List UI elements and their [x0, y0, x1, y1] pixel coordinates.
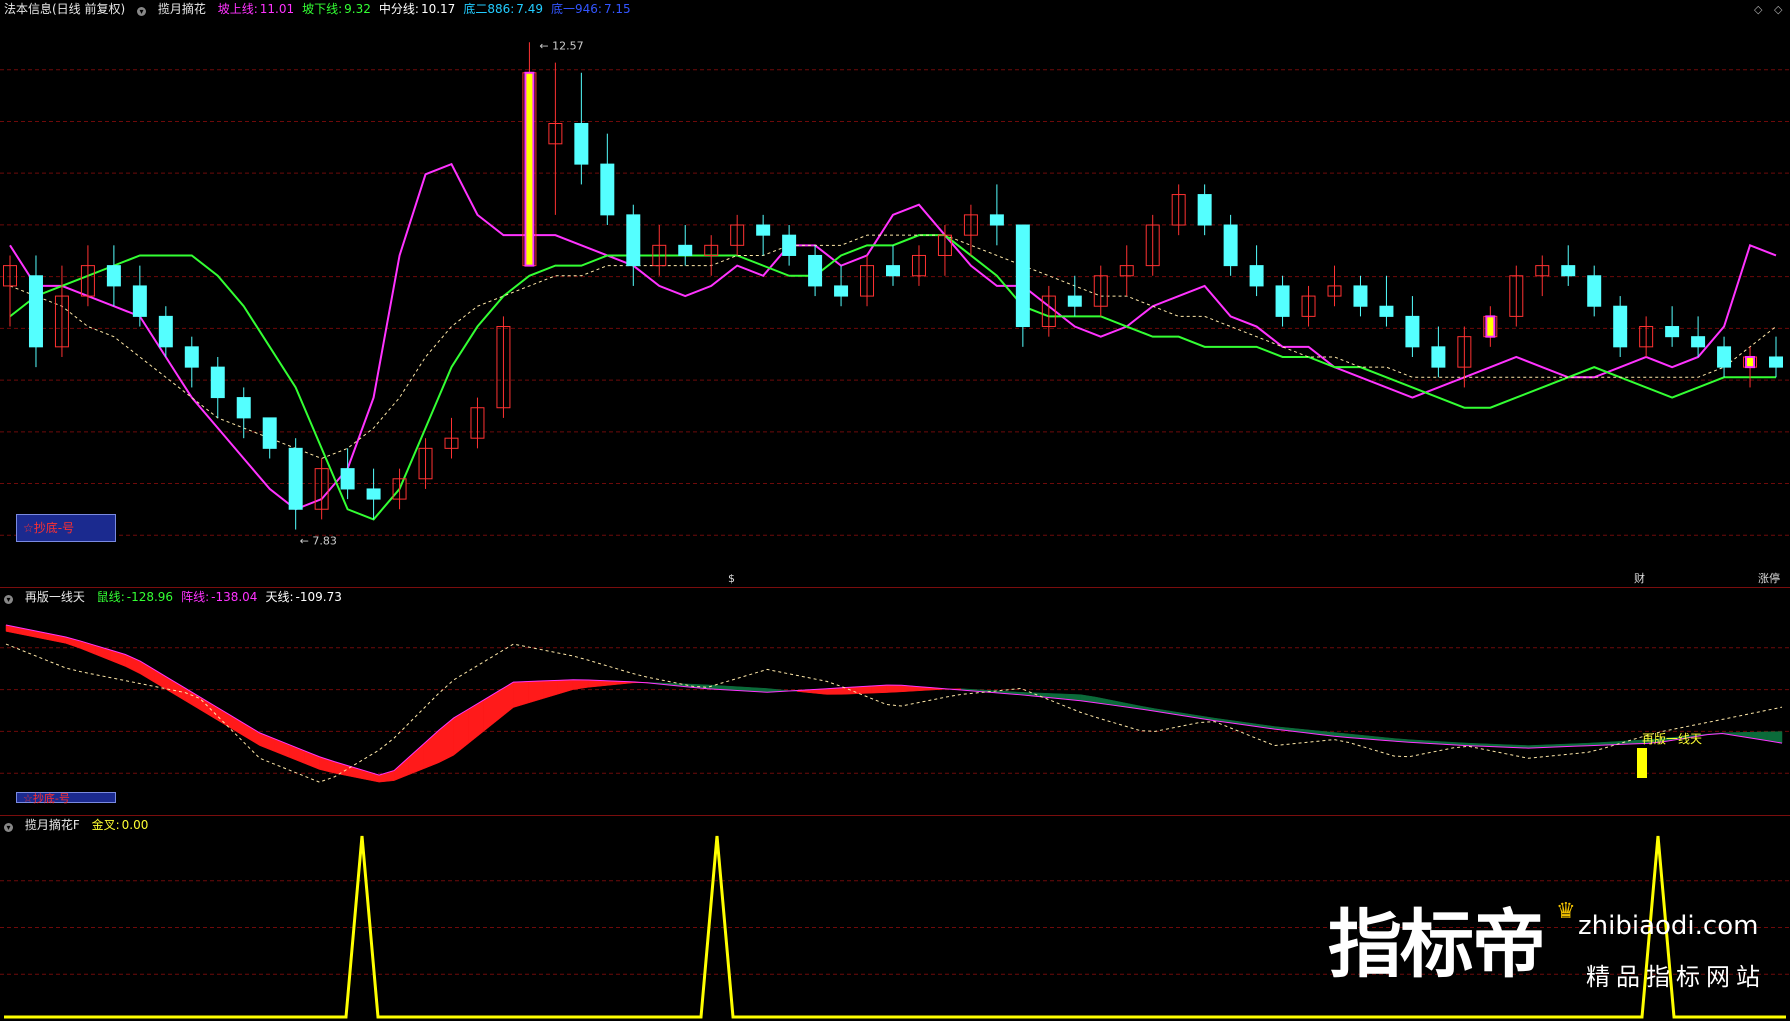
candle-body	[886, 265, 900, 277]
band-segment	[468, 699, 484, 744]
candle-body	[1015, 224, 1030, 328]
candle-body	[1275, 285, 1290, 317]
yixiantian-signal-label: 再版一线天	[1642, 732, 1703, 746]
candle-body	[236, 397, 251, 419]
candle-body	[1587, 275, 1602, 307]
dollar-marker[interactable]: $	[728, 572, 735, 586]
candle-body	[678, 244, 693, 256]
candle-body	[1223, 224, 1238, 267]
candle-body	[132, 285, 147, 317]
signal-bar	[1486, 316, 1495, 337]
candle-body	[340, 468, 355, 490]
candle-body	[1665, 326, 1680, 338]
band-segment	[543, 680, 559, 699]
band-segment	[557, 679, 574, 695]
candle-body	[782, 234, 797, 256]
candlestick-chart[interactable]: ← 12.57 ← 7.83	[0, 0, 1790, 587]
candle-body	[1769, 356, 1783, 368]
band-segment	[513, 681, 529, 708]
candle-body	[28, 275, 43, 348]
band-segment	[587, 679, 604, 688]
tian-line	[5, 643, 1783, 783]
signal-bar	[525, 72, 534, 266]
band-segment	[498, 681, 514, 720]
band-segment	[244, 723, 260, 747]
candle-body	[574, 123, 589, 165]
candle-body	[184, 346, 199, 368]
candle-body	[106, 265, 121, 287]
candle-body	[1613, 305, 1628, 348]
band-segment	[886, 684, 902, 693]
candle-body	[600, 163, 615, 216]
candle-body	[1067, 295, 1082, 307]
candle-body	[626, 214, 641, 267]
high-price-label: ← 12.57	[539, 39, 583, 52]
band-segment	[572, 679, 589, 690]
limit-up-marker[interactable]: 涨停	[1758, 572, 1780, 586]
ma-line-0	[9, 162, 1777, 511]
band-segment	[423, 729, 440, 770]
crown-icon: ♛	[1556, 899, 1576, 924]
candle-body	[1561, 265, 1576, 277]
candle-body	[1431, 346, 1446, 368]
candle-body	[210, 366, 225, 399]
band-segment	[169, 678, 186, 702]
bottom-signal-badge: ☆抄底-号	[16, 514, 116, 542]
band-segment	[184, 687, 201, 711]
watermark-slogan: 精品指标网站	[1586, 963, 1766, 991]
candle-body	[1249, 265, 1264, 287]
low-price-label: ← 7.83	[300, 535, 337, 548]
band-segment	[528, 680, 544, 704]
candle-body	[1405, 315, 1420, 348]
candle-body	[366, 488, 381, 500]
yixiantian-chart[interactable]	[0, 588, 1790, 815]
signal-bar	[1746, 356, 1755, 368]
candle-body	[1717, 346, 1732, 368]
band-segment	[408, 743, 425, 776]
bottom-signal-badge: ☆抄底-号	[16, 792, 116, 804]
band-segment	[453, 708, 469, 756]
candle-body	[989, 214, 1004, 226]
band-segment	[483, 690, 499, 732]
candle-body	[756, 224, 771, 236]
candle-body	[808, 254, 823, 287]
candle-body	[1197, 194, 1212, 226]
candle-body	[158, 315, 173, 348]
finance-marker[interactable]: 财	[1634, 572, 1645, 586]
site-watermark: 指标帝 ♛ zhibiaodi.com 精品指标网站	[1328, 899, 1760, 991]
watermark-url: zhibiaodi.com	[1578, 911, 1759, 941]
band-segment	[140, 660, 156, 684]
yixiantian-signal-bar	[1637, 748, 1647, 778]
yixiantian-panel[interactable]: ▾ 再版一线天 鼠线: -128.96 阵线: -138.04 天线: -109.73 ☆…	[0, 588, 1790, 816]
main-chart-panel[interactable]: 法本信息(日线 前复权) ▾ 揽月摘花 坡上线: 11.01 坡下线: 9.32 中分线…	[0, 0, 1790, 588]
candle-body	[1691, 336, 1706, 348]
candle-body	[1379, 305, 1394, 317]
candle-body	[834, 285, 849, 297]
band-segment	[214, 705, 231, 729]
band-segment	[229, 714, 246, 738]
candle-body	[288, 447, 303, 510]
candle-body	[262, 417, 277, 449]
candle-body	[1353, 285, 1368, 307]
watermark-logo-text: 指标帝	[1328, 902, 1546, 988]
